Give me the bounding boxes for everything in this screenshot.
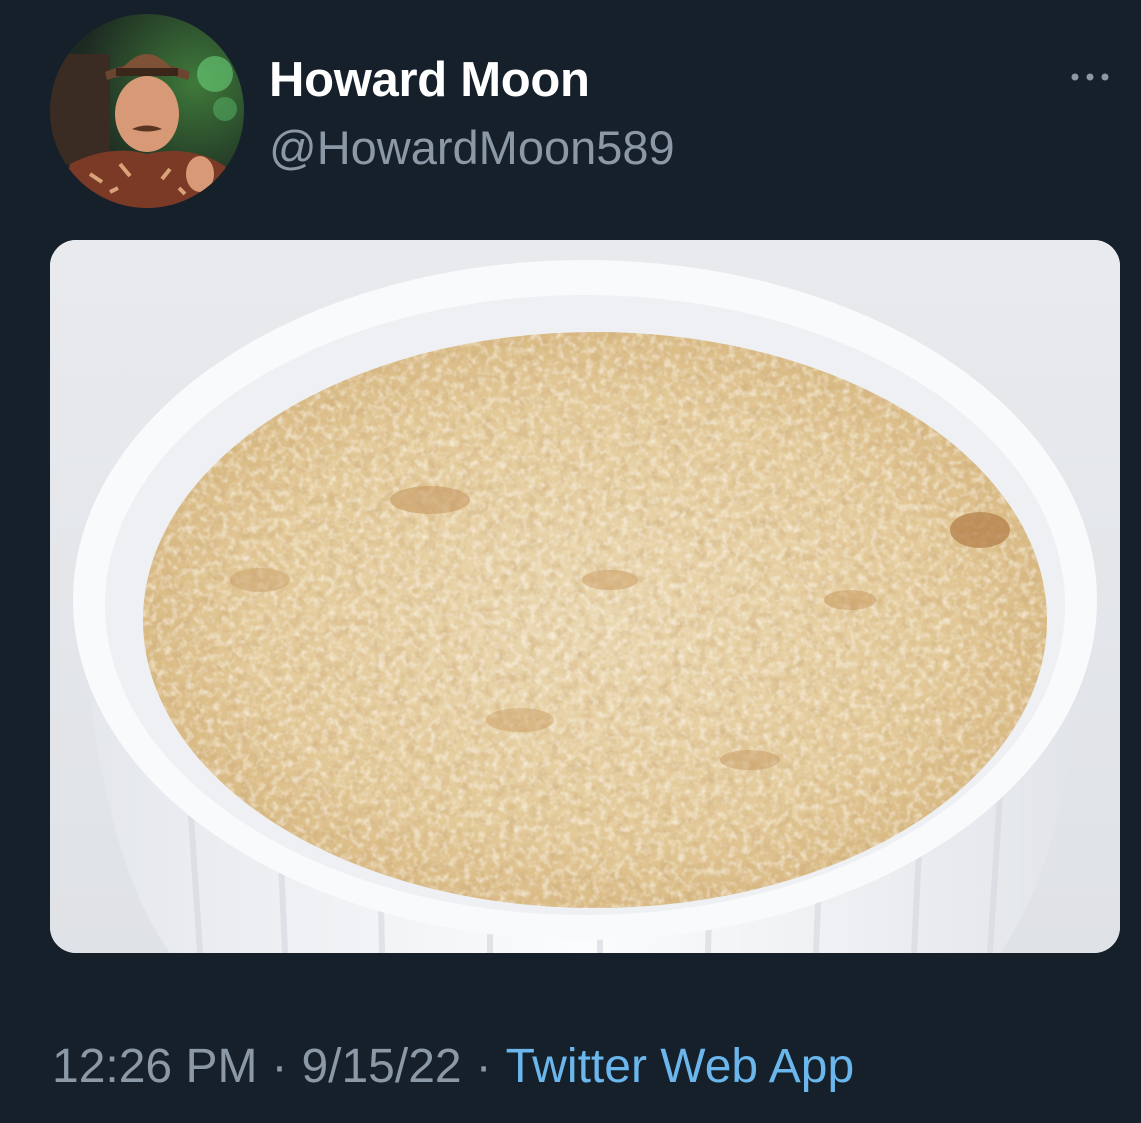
- user-handle[interactable]: @HowardMoon589: [269, 120, 675, 176]
- display-name[interactable]: Howard Moon: [269, 52, 590, 108]
- tweet-date[interactable]: 9/15/22: [301, 1040, 461, 1093]
- tweet-metadata: 12:26 PM · 9/15/22 · Twitter Web App: [52, 1035, 854, 1099]
- tweet-time[interactable]: 12:26 PM: [52, 1040, 257, 1093]
- tweet-source-link[interactable]: Twitter Web App: [506, 1040, 855, 1093]
- separator-dot: ·: [271, 1040, 288, 1093]
- separator-dot: ·: [475, 1040, 492, 1093]
- avatar-image: [50, 14, 244, 208]
- tweet-photo[interactable]: [50, 240, 1120, 953]
- more-horizontal-icon: [1071, 73, 1109, 81]
- more-button[interactable]: [1060, 55, 1120, 95]
- tweet: Howard Moon @HowardMoon589 12:26 PM · 9/…: [0, 0, 1141, 1123]
- avatar[interactable]: [50, 14, 244, 208]
- breadcrumb-bowl-photo: [50, 240, 1120, 953]
